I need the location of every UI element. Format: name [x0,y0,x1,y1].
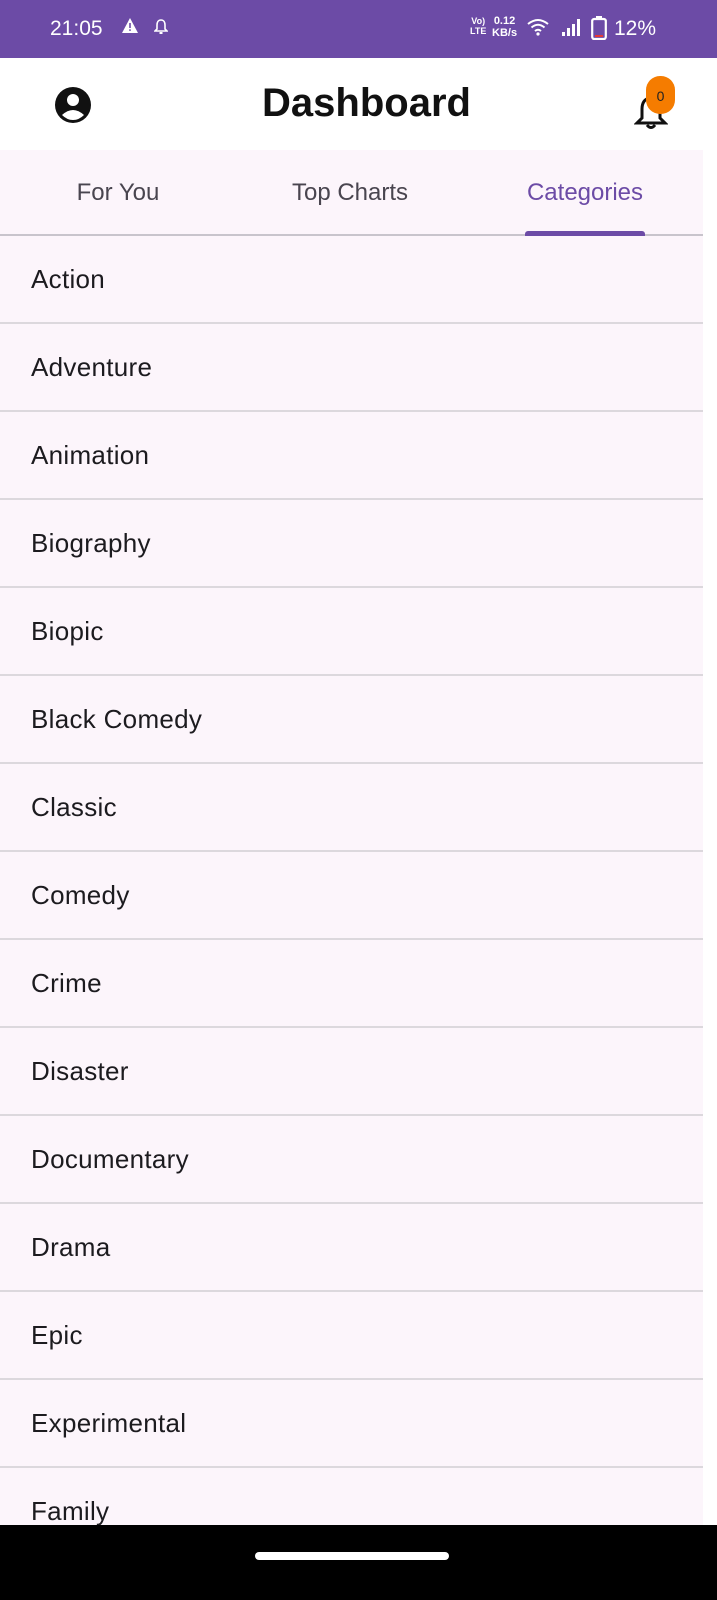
tab-bar: For You Top Charts Categories [0,150,703,236]
tab-for-you[interactable]: For You [20,150,216,236]
status-bar: 21:05 Vo) LTE 0.12 KB/s 12% [0,0,717,58]
home-gesture-handle[interactable] [255,1552,449,1560]
app-bar: Dashboard 0 [0,58,703,150]
list-item[interactable]: Action [0,236,703,324]
list-item[interactable]: Drama [0,1204,703,1292]
list-item[interactable]: Epic [0,1292,703,1380]
page-title: Dashboard [262,81,471,125]
volte-indicator: Vo) LTE [470,16,486,36]
list-item[interactable]: Disaster [0,1028,703,1116]
list-item[interactable]: Biography [0,500,703,588]
battery-icon [591,16,607,45]
notification-icon [153,19,169,40]
network-speed: 0.12 KB/s [492,15,517,39]
notification-badge: 0 [646,76,675,114]
speed-unit: KB/s [492,27,518,39]
list-item[interactable]: Black Comedy [0,676,703,764]
category-list: Action Adventure Animation Biography Bio… [0,236,703,1556]
list-item[interactable]: Animation [0,412,703,500]
wifi-icon [527,18,549,41]
list-item[interactable]: Adventure [0,324,703,412]
list-item[interactable]: Crime [0,940,703,1028]
volte-bottom: LTE [470,26,487,36]
volte-top: Vo) [471,16,486,26]
list-item[interactable]: Documentary [0,1116,703,1204]
signal-icon [562,18,582,41]
list-item[interactable]: Experimental [0,1380,703,1468]
tab-categories[interactable]: Categories [487,150,683,236]
tab-top-charts[interactable]: Top Charts [252,150,448,236]
system-nav-bar [0,1525,717,1600]
speed-value: 0.12 [493,15,516,27]
list-item[interactable]: Comedy [0,852,703,940]
battery-percent: 12% [614,17,657,40]
warning-icon [122,18,138,38]
list-item[interactable]: Classic [0,764,703,852]
list-item[interactable]: Biopic [0,588,703,676]
status-time: 21:05 [50,17,103,40]
right-edge [703,58,717,1525]
